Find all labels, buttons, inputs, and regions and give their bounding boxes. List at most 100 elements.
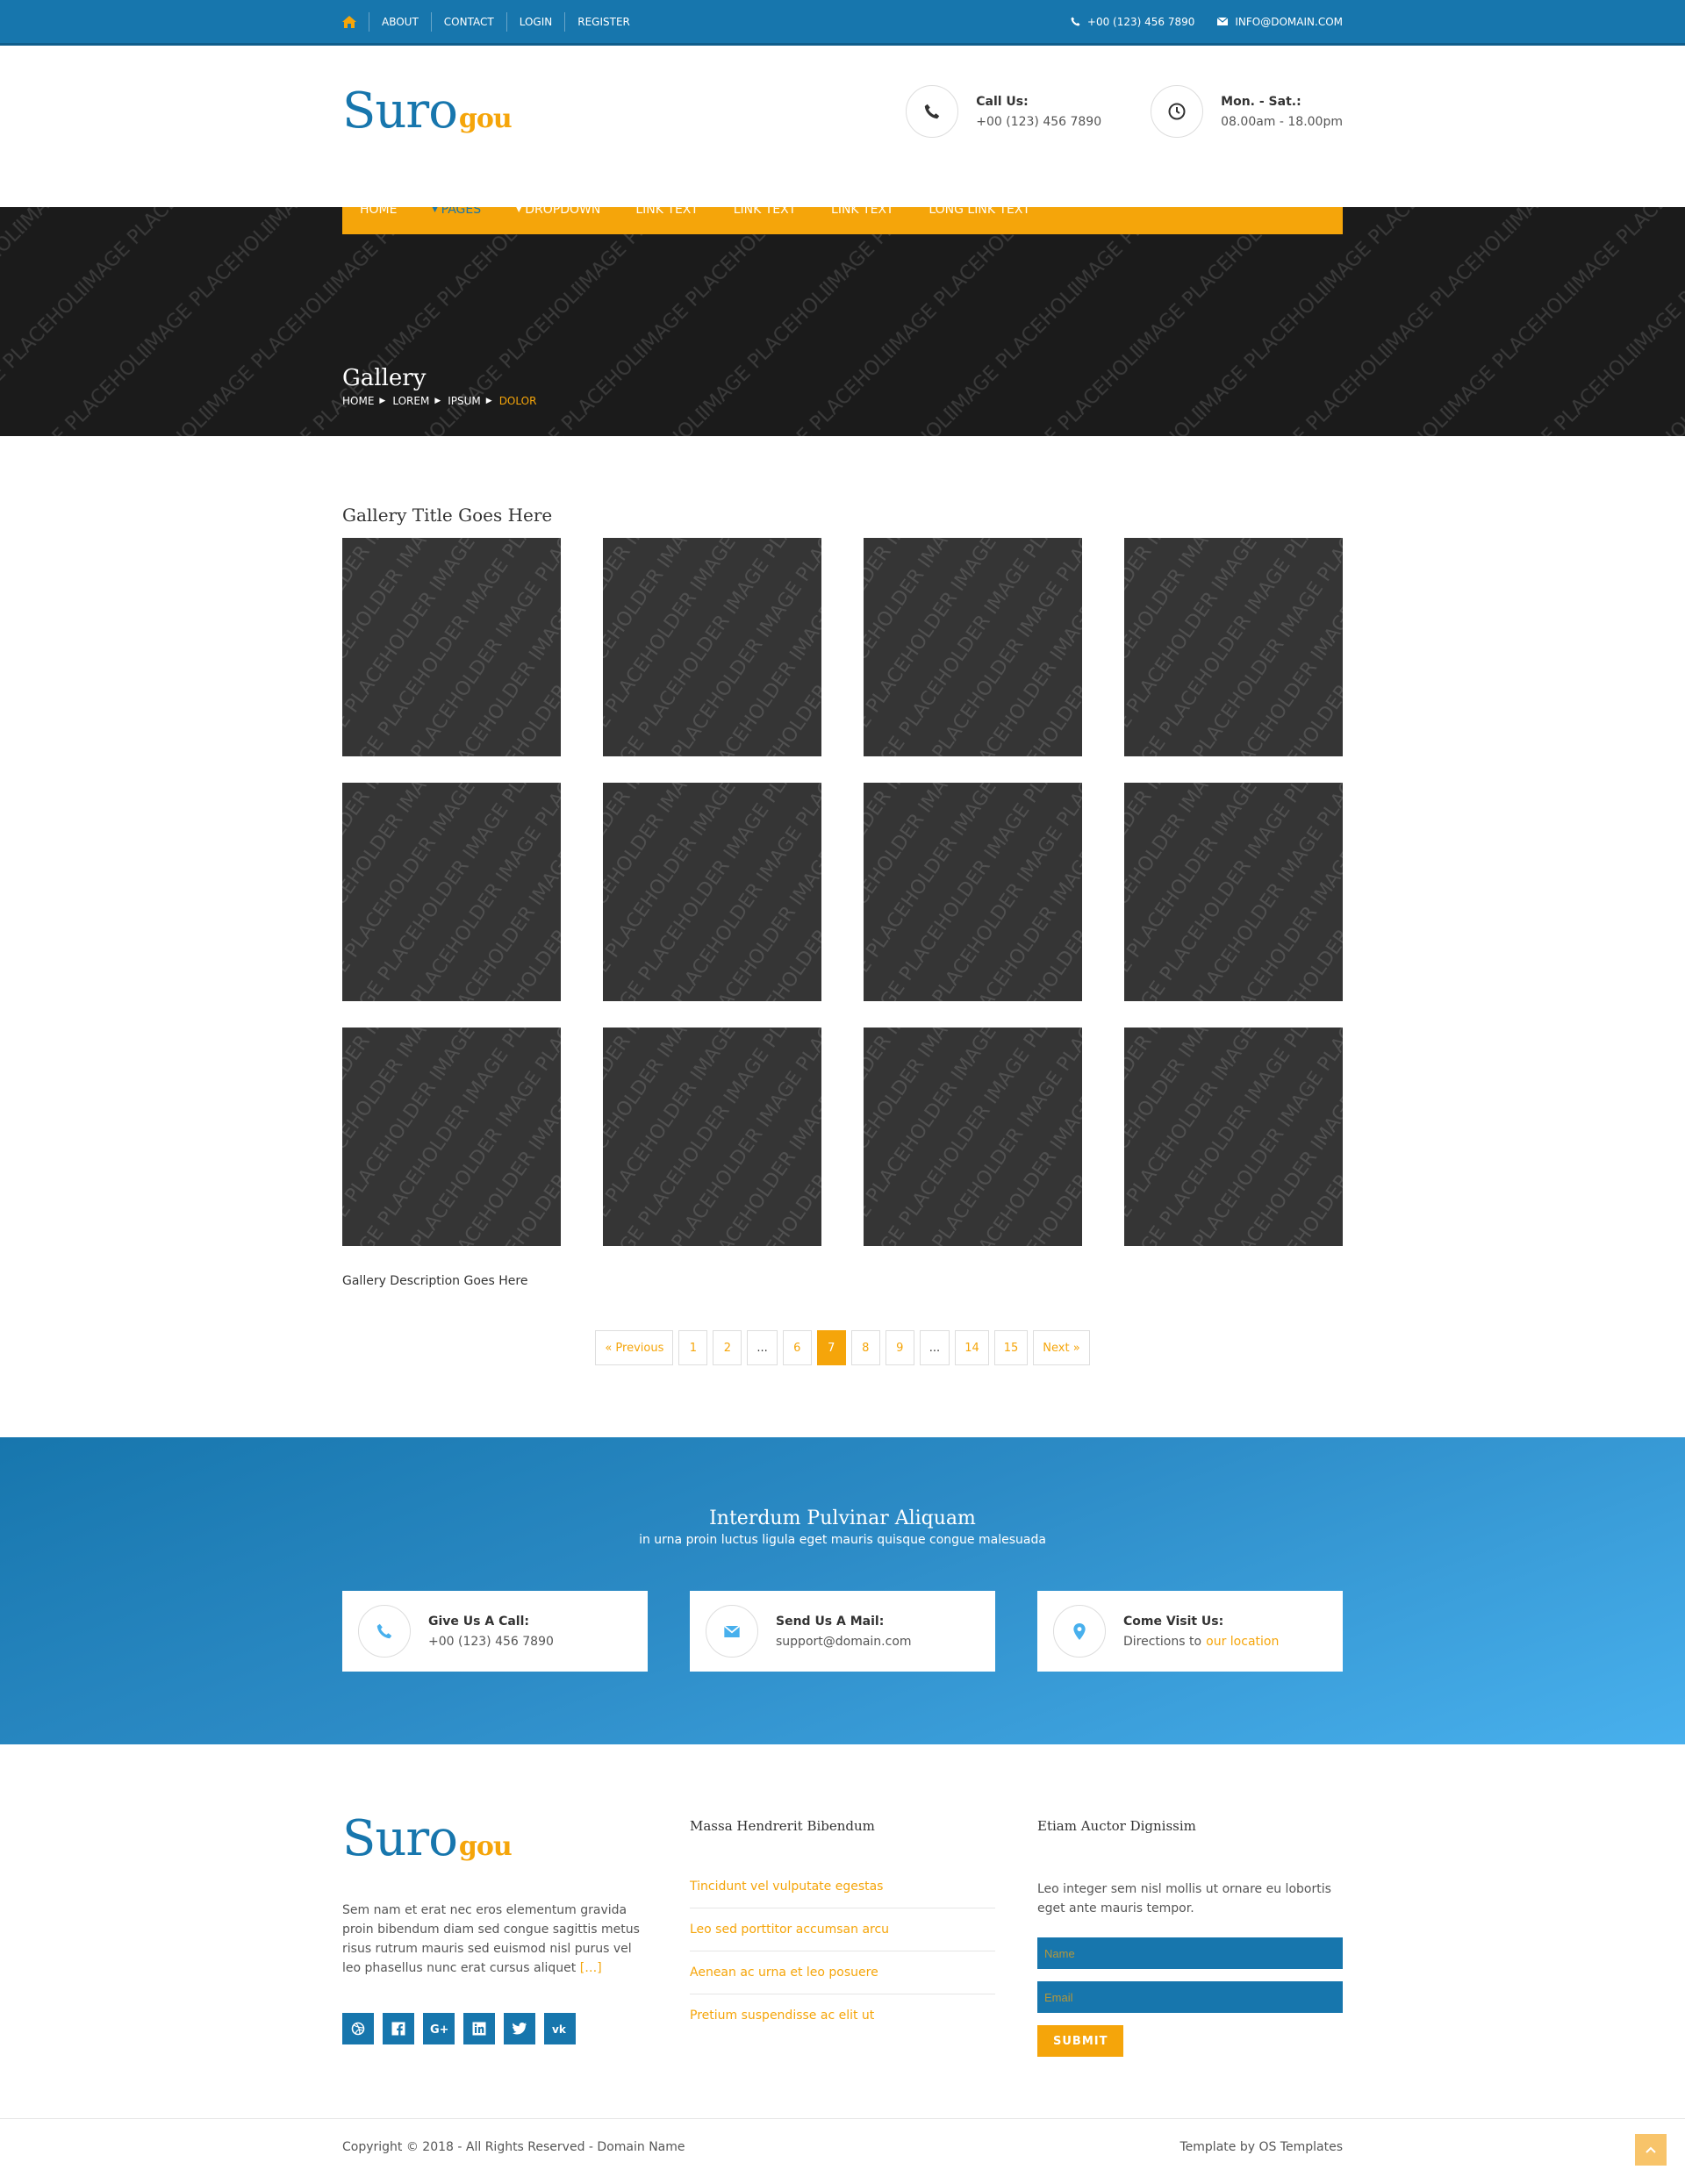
- dribbble-icon[interactable]: [342, 2013, 374, 2044]
- pagination-page[interactable]: 2: [713, 1330, 742, 1365]
- footer-about: Surogou Sem nam et erat nec eros element…: [342, 1815, 648, 2118]
- nav-home[interactable]: HOME: [360, 207, 397, 217]
- gallery-thumbnail[interactable]: IMAGE PLACEHOLDER IMAGE PLACEHOLDER IMAG…: [864, 538, 1082, 756]
- gallery-thumbnail[interactable]: IMAGE PLACEHOLDER IMAGE PLACEHOLDER IMAG…: [603, 538, 821, 756]
- image-placeholder: IMAGE PLACEHOLDER IMAGE PLACEHOLDER IMAG…: [1124, 783, 1343, 1001]
- contact-card-mail: Send Us A Mail: support@domain.com: [690, 1591, 995, 1672]
- name-input[interactable]: [1037, 1937, 1343, 1969]
- breadcrumb-item[interactable]: HOME: [342, 395, 374, 407]
- pagination-ellipsis: ...: [919, 1330, 950, 1365]
- gallery-thumbnail[interactable]: IMAGE PLACEHOLDER IMAGE PLACEHOLDER IMAG…: [603, 1028, 821, 1246]
- clock-icon: [1151, 85, 1204, 138]
- image-placeholder: IMAGE PLACEHOLDER IMAGE PLACEHOLDER IMAG…: [342, 538, 561, 756]
- caret-right-icon: ▶: [379, 397, 386, 405]
- footer-link[interactable]: Leo sed porttitor accumsan arcu: [690, 1923, 995, 1951]
- logo-suffix: gou: [458, 1831, 513, 1862]
- pagination-page[interactable]: 6: [782, 1330, 812, 1365]
- caret-right-icon: ▶: [485, 397, 492, 405]
- footer-logo[interactable]: Surogou: [342, 1815, 648, 1864]
- nav-link-3[interactable]: LINK TEXT: [831, 207, 893, 217]
- footer-link[interactable]: Tincidunt vel vulputate egestas: [690, 1880, 995, 1908]
- breadcrumb-item[interactable]: IPSUM: [448, 395, 481, 407]
- nav-link-1[interactable]: LINK TEXT: [635, 207, 698, 217]
- gallery-thumbnail[interactable]: IMAGE PLACEHOLDER IMAGE PLACEHOLDER IMAG…: [864, 1028, 1082, 1246]
- card-mail-value[interactable]: support@domain.com: [776, 1635, 912, 1649]
- image-placeholder: IMAGE PLACEHOLDER IMAGE PLACEHOLDER IMAG…: [1124, 538, 1343, 756]
- vk-icon[interactable]: vk: [544, 2013, 576, 2044]
- phone-icon: [358, 1605, 411, 1658]
- header-call-label: Call Us:: [976, 94, 1029, 109]
- pagination-page[interactable]: 8: [850, 1330, 880, 1365]
- band-subtitle: in urna proin luctus ligula eget mauris …: [639, 1533, 1046, 1547]
- map-marker-icon: [1053, 1605, 1106, 1658]
- caret-right-icon: ▶: [434, 397, 441, 405]
- image-placeholder: IMAGE PLACEHOLDER IMAGE PLACEHOLDER IMAG…: [864, 1028, 1082, 1246]
- phone-icon: [906, 85, 959, 138]
- breadcrumb-item[interactable]: LOREM: [392, 395, 429, 407]
- template-credit[interactable]: Template by OS Templates: [1180, 2140, 1344, 2154]
- nav-link-2[interactable]: LINK TEXT: [734, 207, 796, 217]
- google-plus-icon[interactable]: G+: [423, 2013, 455, 2044]
- breadcrumb-current: DOLOR: [498, 395, 537, 407]
- gallery-thumbnail[interactable]: IMAGE PLACEHOLDER IMAGE PLACEHOLDER IMAG…: [342, 538, 561, 756]
- read-more-link[interactable]: […]: [580, 1961, 602, 1975]
- logo[interactable]: Surogou: [342, 87, 513, 136]
- top-link-login[interactable]: LOGIN: [506, 11, 565, 32]
- gallery-thumbnail[interactable]: IMAGE PLACEHOLDER IMAGE PLACEHOLDER IMAG…: [342, 1028, 561, 1246]
- nav-long-link[interactable]: LONG LINK TEXT: [929, 207, 1029, 217]
- hero-banner: IMAGE PLACEHOLDER IMAGE PLACEHOLDER IMAG…: [0, 207, 1685, 436]
- gallery-thumbnail[interactable]: IMAGE PLACEHOLDER IMAGE PLACEHOLDER IMAG…: [864, 783, 1082, 1001]
- image-placeholder: IMAGE PLACEHOLDER IMAGE PLACEHOLDER IMAG…: [342, 783, 561, 1001]
- footer-col3-text: Leo integer sem nisl mollis ut ornare eu…: [1037, 1882, 1331, 1915]
- card-mail-label: Send Us A Mail:: [776, 1614, 885, 1629]
- social-links: G+ vk: [342, 2013, 648, 2044]
- top-link-register[interactable]: REGISTER: [564, 11, 642, 32]
- submit-button[interactable]: SUBMIT: [1037, 2025, 1124, 2057]
- main-nav: HOME ▼ PAGES ▼ DROPDOWN LINK TEXT LINK TEX…: [342, 207, 1343, 234]
- gallery-thumbnail[interactable]: IMAGE PLACEHOLDER IMAGE PLACEHOLDER IMAG…: [1124, 783, 1343, 1001]
- pagination-page[interactable]: 15: [993, 1330, 1029, 1365]
- email-input[interactable]: [1037, 1981, 1343, 2013]
- image-placeholder: IMAGE PLACEHOLDER IMAGE PLACEHOLDER IMAG…: [864, 783, 1082, 1001]
- contact-band: Interdum Pulvinar Aliquam in urna proin …: [0, 1437, 1685, 1744]
- home-icon[interactable]: [342, 15, 369, 28]
- linkedin-icon[interactable]: [463, 2013, 495, 2044]
- footer-link[interactable]: Pretium suspendisse ac elit ut: [690, 2009, 995, 2037]
- footer-newsletter: Etiam Auctor Dignissim Leo integer sem n…: [1037, 1815, 1343, 2118]
- top-email[interactable]: INFO@DOMAIN.COM: [1217, 16, 1343, 28]
- svg-text:vk: vk: [552, 2023, 567, 2034]
- contact-card-visit: Come Visit Us: Directions to our locatio…: [1037, 1591, 1343, 1672]
- twitter-icon[interactable]: [504, 2013, 535, 2044]
- footer-col2-title: Massa Hendrerit Bibendum: [690, 1818, 875, 1834]
- pagination-page[interactable]: 14: [955, 1330, 989, 1365]
- page-title: Gallery: [342, 365, 427, 391]
- pagination-page[interactable]: 9: [885, 1330, 914, 1365]
- pagination-ellipsis: ...: [747, 1330, 778, 1365]
- nav-pages[interactable]: ▼ PAGES: [432, 207, 481, 217]
- nav-dropdown[interactable]: ▼ DROPDOWN: [516, 207, 600, 217]
- logo-suffix: gou: [458, 104, 513, 134]
- gallery-description: Gallery Description Goes Here: [342, 1274, 528, 1288]
- gallery-thumbnail[interactable]: IMAGE PLACEHOLDER IMAGE PLACEHOLDER IMAG…: [603, 783, 821, 1001]
- back-to-top-button[interactable]: [1635, 2134, 1667, 2166]
- top-bar: ABOUT CONTACT LOGIN REGISTER +00 (123) 4…: [0, 0, 1685, 46]
- image-placeholder: IMAGE PLACEHOLDER IMAGE PLACEHOLDER IMAG…: [1124, 1028, 1343, 1246]
- image-placeholder: IMAGE PLACEHOLDER IMAGE PLACEHOLDER IMAG…: [603, 783, 821, 1001]
- image-placeholder: IMAGE PLACEHOLDER IMAGE PLACEHOLDER IMAG…: [603, 1028, 821, 1246]
- pagination-page[interactable]: 1: [678, 1330, 708, 1365]
- facebook-icon[interactable]: [383, 2013, 414, 2044]
- pagination-previous[interactable]: « Previous: [595, 1330, 674, 1365]
- top-link-about[interactable]: ABOUT: [369, 11, 431, 32]
- pagination-next[interactable]: Next »: [1033, 1330, 1090, 1365]
- top-email-text: INFO@DOMAIN.COM: [1235, 15, 1343, 28]
- pagination-page[interactable]: 7: [816, 1330, 846, 1365]
- header-call: Call Us: +00 (123) 456 7890: [906, 85, 1101, 138]
- gallery-thumbnail[interactable]: IMAGE PLACEHOLDER IMAGE PLACEHOLDER IMAG…: [1124, 1028, 1343, 1246]
- envelope-icon: [706, 1605, 758, 1658]
- location-link[interactable]: our location: [1206, 1635, 1279, 1649]
- gallery-thumbnail[interactable]: IMAGE PLACEHOLDER IMAGE PLACEHOLDER IMAG…: [342, 783, 561, 1001]
- phone-icon: [1071, 17, 1080, 26]
- top-link-contact[interactable]: CONTACT: [430, 11, 506, 32]
- footer-link[interactable]: Aenean ac urna et leo posuere: [690, 1966, 995, 1994]
- gallery-thumbnail[interactable]: IMAGE PLACEHOLDER IMAGE PLACEHOLDER IMAG…: [1124, 538, 1343, 756]
